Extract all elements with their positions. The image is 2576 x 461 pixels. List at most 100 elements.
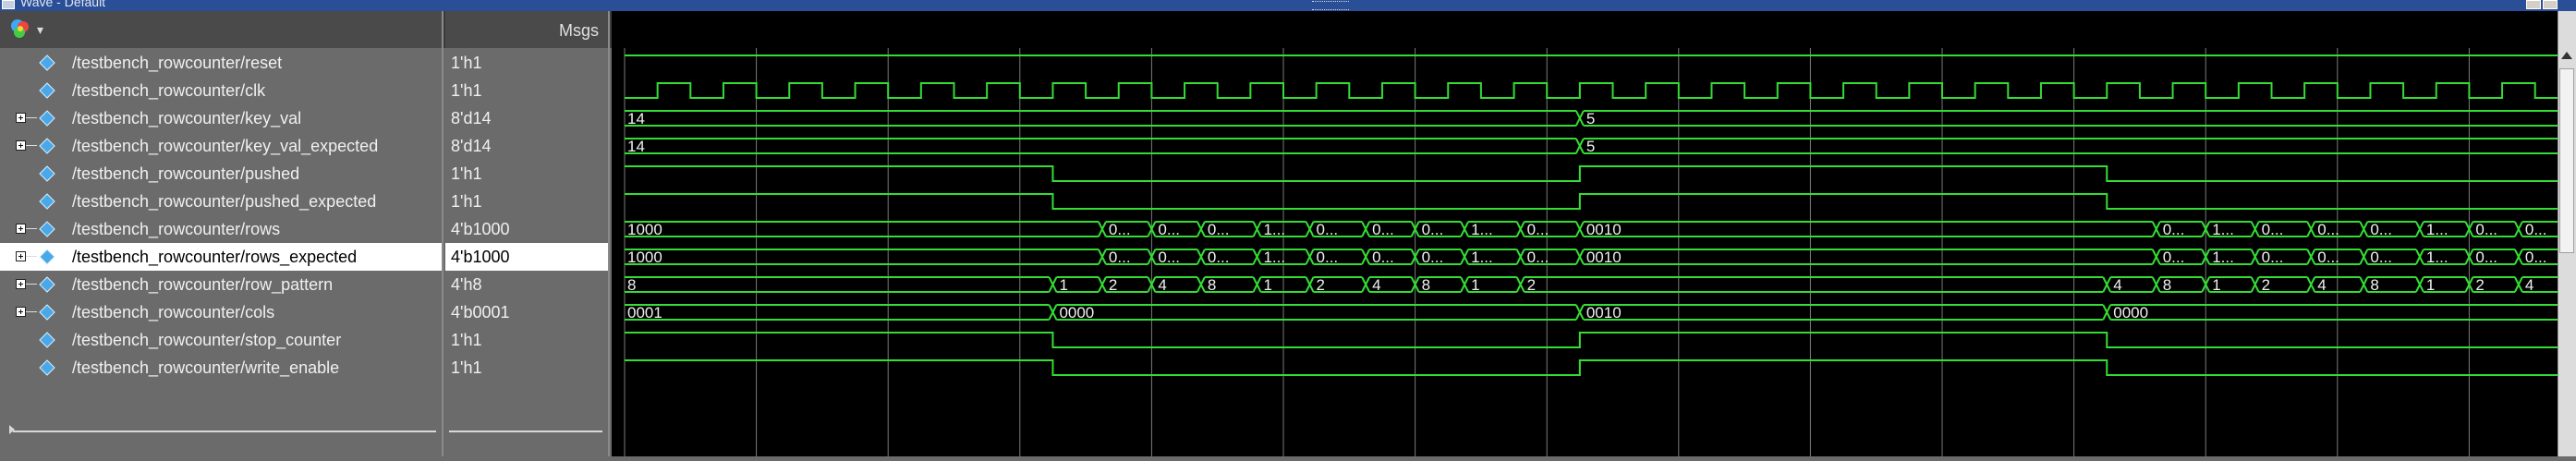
signal-value: 1'h1 (451, 81, 482, 100)
signal-row[interactable]: /testbench_rowcounter/reset (0, 49, 442, 77)
signal-value: 8'd14 (451, 109, 492, 127)
diamond-signal-icon (39, 249, 55, 265)
tree-connector (26, 311, 37, 312)
signal-row[interactable]: /testbench_rowcounter/clk (0, 77, 442, 104)
signal-row[interactable]: /testbench_rowcounter/key_val_expected (0, 132, 442, 160)
bus-transition (2359, 221, 2369, 237)
signal-name: /testbench_rowcounter/row_pattern (72, 275, 334, 294)
tree-connector (26, 117, 37, 118)
scroll-up-arrow-icon[interactable] (2561, 52, 2572, 59)
bus-transition (1460, 221, 1469, 237)
window-title-bar[interactable]: Wave - Default (0, 0, 2576, 11)
diamond-signal-icon (39, 332, 55, 348)
bus-value-label: 1 (1059, 276, 1067, 294)
vertical-scrollbar[interactable] (2558, 11, 2576, 456)
value-row[interactable]: 1'h1 (445, 77, 608, 104)
bus-value-label: 0... (1317, 249, 1339, 266)
signal-row[interactable]: /testbench_rowcounter/write_enable (0, 354, 442, 382)
signal-row[interactable]: /testbench_rowcounter/stop_counter (0, 326, 442, 354)
signal-row[interactable]: /testbench_rowcounter/pushed_expected (0, 188, 442, 215)
bit-waveform (625, 332, 2562, 348)
bus-value-label: 0... (2475, 221, 2497, 238)
tree-connector (26, 145, 37, 146)
bus-transition (2513, 249, 2523, 265)
tree-connector (26, 228, 37, 229)
wave-display-pane[interactable]: 14 5 14 5 1000 0... 0... 0... 1... 0... 0... 0... 1.… (612, 48, 2562, 456)
value-row[interactable]: 8'd14 (445, 132, 608, 160)
value-row[interactable]: 8'd14 (445, 104, 608, 132)
expand-plus-icon[interactable] (16, 113, 26, 123)
signal-row[interactable]: /testbench_rowcounter/cols (0, 298, 442, 326)
signal-name: /testbench_rowcounter/cols (72, 303, 275, 321)
bus-value-label: 0... (1208, 221, 1230, 238)
signal-row[interactable]: /testbench_rowcounter/rows (0, 215, 442, 243)
value-row[interactable]: 4'b1000 (445, 243, 608, 271)
bus-value-label: 0001 (627, 304, 662, 321)
drag-grip[interactable] (1312, 1, 1349, 10)
bus-transition (1361, 249, 1371, 265)
signal-names-header: ▾ (0, 11, 444, 48)
bus-value-label: 2 (1109, 276, 1117, 294)
value-row[interactable]: 4'h8 (445, 271, 608, 298)
expand-plus-icon[interactable] (16, 251, 26, 261)
bus-transition (1361, 221, 1371, 237)
signal-row[interactable]: /testbench_rowcounter/pushed (0, 160, 442, 188)
signal-value: 1'h1 (451, 164, 482, 183)
maximize-button[interactable] (2526, 0, 2541, 9)
signal-value: 1'h1 (451, 54, 482, 72)
scroll-thumb[interactable] (2559, 68, 2574, 253)
bus-value-label: 0... (1109, 249, 1131, 266)
signal-row[interactable]: /testbench_rowcounter/rows_expected (0, 243, 442, 271)
bus-value-label: 0... (2262, 221, 2284, 238)
bus-value-label: 5 (1586, 138, 1595, 155)
bus-value-label: 1 (2426, 276, 2435, 294)
chevron-down-icon[interactable]: ▾ (37, 22, 43, 37)
bus-value-label: 1000 (627, 221, 662, 238)
bus-value-label: 0... (1208, 249, 1230, 266)
value-row[interactable]: 1'h1 (445, 49, 608, 77)
bus-transition (2151, 276, 2161, 293)
bus-transition (2415, 221, 2424, 237)
signal-name: /testbench_rowcounter/rows (72, 220, 281, 238)
bus-value-label: 1 (1471, 276, 1479, 294)
bus-value-label: 4 (1158, 276, 1166, 294)
signal-value: 4'b0001 (451, 303, 510, 321)
bus-value-label: 0... (1158, 221, 1180, 238)
expand-plus-icon[interactable] (16, 224, 26, 234)
bus-value-label: 8 (627, 276, 636, 294)
bus-value-label: 0... (2262, 249, 2284, 266)
bus-value-label: 14 (627, 110, 645, 127)
bus-value-label: 0... (2525, 249, 2547, 266)
signal-name: /testbench_rowcounter/pushed_expected (72, 192, 377, 211)
expand-plus-icon[interactable] (16, 140, 26, 151)
signal-row[interactable]: /testbench_rowcounter/key_val (0, 104, 442, 132)
expand-plus-icon[interactable] (16, 307, 26, 317)
expand-plus-icon[interactable] (16, 279, 26, 289)
bus-value-label: 4 (2525, 276, 2533, 294)
bus-transition (2151, 221, 2161, 237)
signal-row[interactable]: /testbench_rowcounter/row_pattern (0, 271, 442, 298)
bus-value-label: 0... (1527, 249, 1549, 266)
value-row[interactable]: 1'h1 (445, 160, 608, 188)
value-row[interactable]: 4'b1000 (445, 215, 608, 243)
value-row[interactable]: 1'h1 (445, 188, 608, 215)
close-button[interactable] (2543, 0, 2558, 9)
bus-transition (1196, 221, 1206, 237)
value-row[interactable]: 1'h1 (445, 326, 608, 354)
signal-value: 8'd14 (451, 137, 492, 155)
bus-value-label: 0000 (1059, 304, 1094, 321)
value-row[interactable]: 4'b0001 (445, 298, 608, 326)
waveform-canvas[interactable]: 14 514 51000 0... 0... 0... 1... 0... 0... 0... 1.… (612, 48, 2562, 456)
value-row[interactable]: 1'h1 (445, 354, 608, 382)
bus-transition (1361, 276, 1371, 293)
signal-value: 1'h1 (451, 192, 482, 211)
signal-value: 1'h1 (451, 358, 482, 377)
signal-name: /testbench_rowcounter/clk (72, 81, 266, 100)
bus-transition (2415, 276, 2424, 293)
diamond-signal-icon (39, 110, 55, 127)
bus-value-label: 0... (1317, 221, 1339, 238)
bus-transition (2250, 276, 2260, 293)
list-end-line (13, 431, 436, 432)
diamond-signal-icon (39, 82, 55, 99)
color-palette-icon[interactable] (9, 18, 31, 40)
